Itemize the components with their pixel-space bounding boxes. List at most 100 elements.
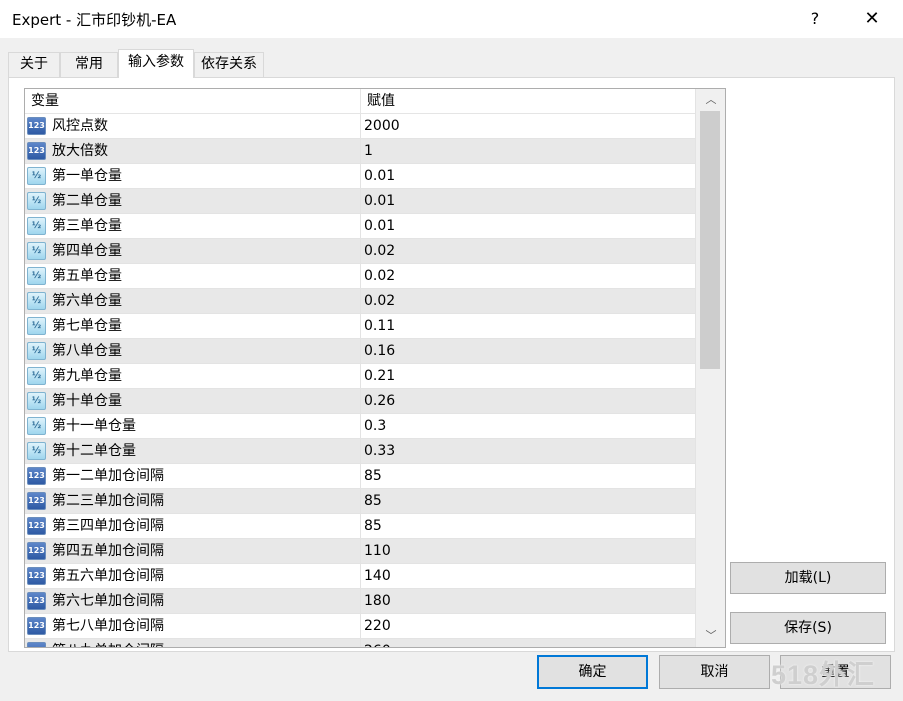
parameter-name: 第八单仓量 <box>52 343 122 359</box>
parameter-value[interactable]: 110 <box>364 539 391 564</box>
cell-divider <box>360 364 361 389</box>
double-type-icon: ½ <box>27 342 46 360</box>
parameter-row[interactable]: 123 风控点数 2000 <box>25 114 695 139</box>
parameter-row[interactable]: ½ 第十二单仓量 0.33 <box>25 439 695 464</box>
parameter-rows: 123 风控点数 2000 123 放大倍数 1 ½ 第一单仓量 0.01 ½ 第二单仓量 0.01 ½… <box>25 114 695 647</box>
double-type-icon: ½ <box>27 217 46 235</box>
column-header-variable[interactable]: 变量 <box>25 89 59 114</box>
close-button[interactable]: ✕ <box>852 4 892 34</box>
dialog-body: 关于 常用 输入参数 依存关系 变量 赋值 123 风控点数 2000 123 放大倍数… <box>0 38 903 701</box>
parameter-row[interactable]: ½ 第一单仓量 0.01 <box>25 164 695 189</box>
parameter-name: 风控点数 <box>52 118 108 134</box>
parameter-row[interactable]: 123 第一二单加仓间隔 85 <box>25 464 695 489</box>
parameter-row[interactable]: ½ 第二单仓量 0.01 <box>25 189 695 214</box>
cell-divider <box>360 114 361 139</box>
parameter-value[interactable]: 220 <box>364 614 391 639</box>
parameter-value[interactable]: 2000 <box>364 114 400 139</box>
cell-divider <box>360 489 361 514</box>
help-button[interactable]: ? <box>796 4 834 34</box>
parameter-row[interactable]: 123 第七八单加仓间隔 220 <box>25 614 695 639</box>
window-title: Expert - 汇市印钞机-EA <box>12 11 177 29</box>
parameter-name: 第五六单加仓间隔 <box>52 568 164 584</box>
integer-type-icon: 123 <box>27 142 46 160</box>
parameter-row[interactable]: 123 放大倍数 1 <box>25 139 695 164</box>
load-button[interactable]: 加载(L) <box>730 562 886 594</box>
scroll-up-arrow-icon[interactable]: ︿ <box>696 89 725 111</box>
parameter-value[interactable]: 180 <box>364 589 391 614</box>
parameter-row[interactable]: 123 第六七单加仓间隔 180 <box>25 589 695 614</box>
parameter-row[interactable]: ½ 第八单仓量 0.16 <box>25 339 695 364</box>
parameter-value[interactable]: 85 <box>364 464 382 489</box>
parameter-name: 第五单仓量 <box>52 268 122 284</box>
parameter-name: 放大倍数 <box>52 143 108 159</box>
parameter-value[interactable]: 0.02 <box>364 264 395 289</box>
cell-divider <box>360 189 361 214</box>
cell-divider <box>360 264 361 289</box>
double-type-icon: ½ <box>27 267 46 285</box>
integer-type-icon: 123 <box>27 542 46 560</box>
parameter-value[interactable]: 260 <box>364 639 391 647</box>
parameter-value[interactable]: 0.33 <box>364 439 395 464</box>
parameter-row[interactable]: ½ 第五单仓量 0.02 <box>25 264 695 289</box>
parameter-value[interactable]: 0.01 <box>364 214 395 239</box>
parameter-row[interactable]: ½ 第十单仓量 0.26 <box>25 389 695 414</box>
parameter-name: 第一二单加仓间隔 <box>52 468 164 484</box>
scroll-thumb[interactable] <box>700 111 720 369</box>
parameter-value[interactable]: 0.01 <box>364 164 395 189</box>
parameter-name: 第二三单加仓间隔 <box>52 493 164 509</box>
cell-divider <box>360 589 361 614</box>
cell-divider <box>360 214 361 239</box>
parameter-name: 第六七单加仓间隔 <box>52 593 164 609</box>
integer-type-icon: 123 <box>27 517 46 535</box>
parameter-value[interactable]: 0.01 <box>364 189 395 214</box>
parameter-name: 第六单仓量 <box>52 293 122 309</box>
double-type-icon: ½ <box>27 442 46 460</box>
parameter-row[interactable]: ½ 第九单仓量 0.21 <box>25 364 695 389</box>
parameter-value[interactable]: 0.16 <box>364 339 395 364</box>
parameter-row[interactable]: ½ 第七单仓量 0.11 <box>25 314 695 339</box>
tab-common[interactable]: 常用 <box>60 52 118 77</box>
cell-divider <box>360 439 361 464</box>
double-type-icon: ½ <box>27 392 46 410</box>
save-button[interactable]: 保存(S) <box>730 612 886 644</box>
cell-divider <box>360 164 361 189</box>
parameter-value[interactable]: 0.21 <box>364 364 395 389</box>
tab-about[interactable]: 关于 <box>8 52 60 77</box>
parameter-value[interactable]: 1 <box>364 139 373 164</box>
parameter-row[interactable]: 123 第四五单加仓间隔 110 <box>25 539 695 564</box>
integer-type-icon: 123 <box>27 467 46 485</box>
cell-divider <box>360 464 361 489</box>
cell-divider <box>360 539 361 564</box>
parameter-row[interactable]: ½ 第十一单仓量 0.3 <box>25 414 695 439</box>
cancel-button[interactable]: 取消 <box>659 655 770 689</box>
parameter-value[interactable]: 85 <box>364 514 382 539</box>
parameter-value[interactable]: 140 <box>364 564 391 589</box>
parameter-row[interactable]: 123 第三四单加仓间隔 85 <box>25 514 695 539</box>
column-header-value[interactable]: 赋值 <box>361 89 395 114</box>
scroll-down-arrow-icon[interactable]: ﹀ <box>696 625 725 647</box>
watermark-logo: 518外汇网 <box>771 660 876 690</box>
parameter-value[interactable]: 85 <box>364 489 382 514</box>
vertical-scrollbar[interactable]: ︿ ﹀ <box>695 89 725 647</box>
parameter-value[interactable]: 0.3 <box>364 414 386 439</box>
cell-divider <box>360 514 361 539</box>
integer-type-icon: 123 <box>27 642 46 647</box>
cell-divider <box>360 289 361 314</box>
tab-inputs[interactable]: 输入参数 <box>118 49 194 78</box>
double-type-icon: ½ <box>27 192 46 210</box>
tab-dependencies[interactable]: 依存关系 <box>194 52 264 77</box>
parameter-row[interactable]: 123 第五六单加仓间隔 140 <box>25 564 695 589</box>
parameter-row[interactable]: ½ 第六单仓量 0.02 <box>25 289 695 314</box>
parameter-value[interactable]: 0.02 <box>364 289 395 314</box>
parameter-row[interactable]: 123 第二三单加仓间隔 85 <box>25 489 695 514</box>
cell-divider <box>360 389 361 414</box>
parameter-value[interactable]: 0.11 <box>364 314 395 339</box>
parameter-row[interactable]: ½ 第三单仓量 0.01 <box>25 214 695 239</box>
cell-divider <box>360 339 361 364</box>
parameter-name: 第二单仓量 <box>52 193 122 209</box>
ok-button[interactable]: 确定 <box>537 655 648 689</box>
parameter-row[interactable]: 123 第八九单加仓间隔 260 <box>25 639 695 647</box>
parameter-value[interactable]: 0.26 <box>364 389 395 414</box>
parameter-value[interactable]: 0.02 <box>364 239 395 264</box>
parameter-row[interactable]: ½ 第四单仓量 0.02 <box>25 239 695 264</box>
